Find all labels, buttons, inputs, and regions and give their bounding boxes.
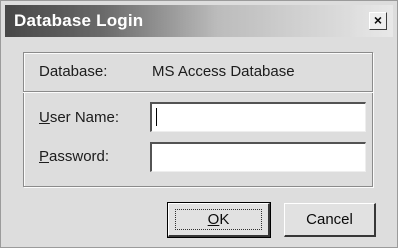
database-value: MS Access Database bbox=[152, 63, 295, 80]
user-name-input[interactable] bbox=[150, 102, 366, 132]
ok-button-label: OK bbox=[208, 211, 230, 228]
user-name-label-text: ser Name: bbox=[49, 109, 120, 126]
password-input[interactable] bbox=[150, 142, 366, 172]
ok-mnemonic: O bbox=[207, 210, 220, 228]
title-bar[interactable]: Database Login × bbox=[5, 5, 393, 37]
database-login-dialog: Database Login × Database: MS Access Dat… bbox=[0, 0, 398, 248]
close-icon: × bbox=[373, 12, 383, 28]
user-name-label: User Name: bbox=[39, 109, 119, 126]
close-button[interactable]: × bbox=[369, 12, 387, 30]
group-divider bbox=[23, 91, 373, 93]
ok-button[interactable]: OK bbox=[167, 202, 271, 238]
cancel-button-label: Cancel bbox=[306, 210, 353, 228]
text-caret bbox=[156, 108, 157, 126]
password-label: Password: bbox=[39, 148, 109, 165]
cancel-button[interactable]: Cancel bbox=[284, 203, 376, 237]
dialog-title: Database Login bbox=[14, 11, 144, 30]
password-label-text: assword: bbox=[49, 148, 110, 165]
password-mnemonic: P bbox=[39, 148, 50, 165]
ok-label-text: K bbox=[219, 210, 230, 228]
database-label: Database: bbox=[39, 63, 108, 80]
user-name-mnemonic: U bbox=[39, 109, 50, 126]
